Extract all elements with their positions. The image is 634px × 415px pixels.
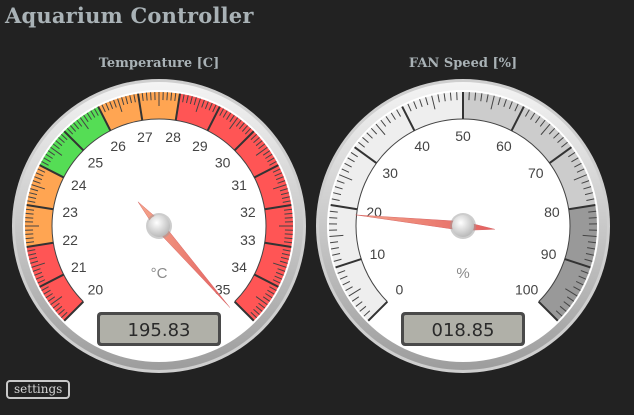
gauge-readout: 195.83 [128,320,191,341]
gauge-tick-label: 21 [71,259,87,275]
gauge-minor-tick [284,217,293,219]
fan-speed-gauge-title: FAN Speed [%] [408,56,518,71]
temperature-gauge-title: Temperature [C] [98,56,220,71]
gauge-tick-label: 34 [231,259,247,275]
gauge-tick-label: 31 [231,177,247,193]
gauge-tick-label: 10 [370,246,386,262]
needle-hub [452,215,474,237]
gauge-unit-label: °C [151,265,168,282]
gauge-minor-tick [25,233,34,235]
gauge-minor-tick [588,217,597,219]
gauge-tick-label: 33 [240,232,256,248]
gauge-tick-label: 50 [455,128,471,144]
gauge-tick-label: 25 [88,154,104,170]
gauge-minor-tick [25,217,34,219]
gauge-tick-label: 100 [515,282,539,298]
fan-speed-gauge: 0102030405060708090100%018.85 [316,79,610,373]
gauge-tick-label: 32 [240,204,256,220]
gauge-minor-tick [284,233,293,235]
gauge-tick-label: 26 [110,138,126,154]
gauge-readout: 018.85 [432,320,495,341]
gauge-tick-label: 35 [215,282,231,298]
needle-hub [148,215,170,237]
gauge-tick-label: 0 [395,282,403,298]
gauge-unit-label: % [456,265,469,282]
gauge-tick-label: 29 [192,138,208,154]
app-title: Aquarium Controller [5,3,254,28]
settings-button[interactable]: settings [6,380,71,399]
gauge-tick-label: 23 [62,204,78,220]
gauge-minor-tick [150,92,152,101]
gauge-minor-tick [166,92,168,101]
gauge-tick-label: 60 [496,138,512,154]
gauge-tick-label: 80 [544,204,560,220]
gauge-tick-label: 22 [62,232,78,248]
temperature-gauge: 2021222324252627 2829303132333435°C195.83 [12,79,306,373]
gauge-tick-label: 27 [137,129,153,145]
gauge-tick-label: 40 [414,138,430,154]
gauge-minor-tick [329,217,338,219]
gauge-tick-label: 30 [215,154,231,170]
gauge-tick-label: 70 [528,165,544,181]
gauge-tick-label: 90 [541,246,557,262]
gauge-tick-label: 28 [165,129,181,145]
gauge-tick-label: 30 [382,165,398,181]
gauge-tick-label: 24 [71,177,87,193]
gauge-tick-label: 20 [88,282,104,298]
